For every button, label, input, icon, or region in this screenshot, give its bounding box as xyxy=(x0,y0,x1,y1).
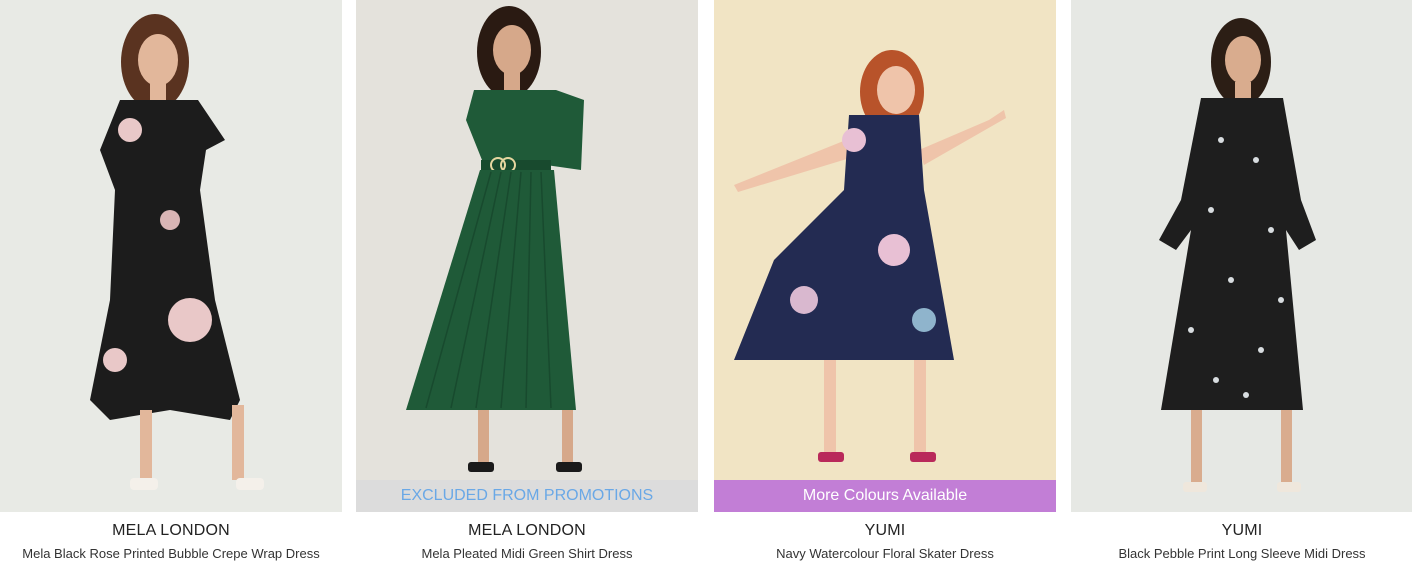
product-brand[interactable]: MELA LONDON xyxy=(0,522,342,540)
product-brand[interactable]: YUMI xyxy=(1071,522,1412,540)
product-brand[interactable]: YUMI xyxy=(714,522,1056,540)
product-name[interactable]: Mela Black Rose Printed Bubble Crepe Wra… xyxy=(0,546,342,561)
product-card[interactable]: EXCLUDED FROM PROMOTIONS MELA LONDON Mel… xyxy=(356,0,698,566)
product-card[interactable]: More Colours Available YUMI Navy Waterco… xyxy=(714,0,1056,566)
product-name[interactable]: Mela Pleated Midi Green Shirt Dress xyxy=(356,546,698,561)
product-card[interactable]: MELA LONDON Mela Black Rose Printed Bubb… xyxy=(0,0,342,566)
model-photo-icon xyxy=(714,0,1056,512)
model-photo-icon xyxy=(0,0,342,512)
model-photo-icon xyxy=(356,0,698,512)
product-image[interactable]: EXCLUDED FROM PROMOTIONS xyxy=(356,0,698,512)
product-image[interactable] xyxy=(0,0,342,512)
more-colours-badge[interactable]: More Colours Available xyxy=(714,480,1056,512)
promotion-badge: EXCLUDED FROM PROMOTIONS xyxy=(356,480,698,512)
model-photo-icon xyxy=(1071,0,1412,512)
product-image[interactable]: More Colours Available xyxy=(714,0,1056,512)
product-brand[interactable]: MELA LONDON xyxy=(356,522,698,540)
product-card[interactable]: YUMI Black Pebble Print Long Sleeve Midi… xyxy=(1071,0,1412,566)
product-name[interactable]: Navy Watercolour Floral Skater Dress xyxy=(714,546,1056,561)
product-grid: MELA LONDON Mela Black Rose Printed Bubb… xyxy=(0,0,1412,566)
product-image[interactable] xyxy=(1071,0,1412,512)
product-name[interactable]: Black Pebble Print Long Sleeve Midi Dres… xyxy=(1071,546,1412,561)
